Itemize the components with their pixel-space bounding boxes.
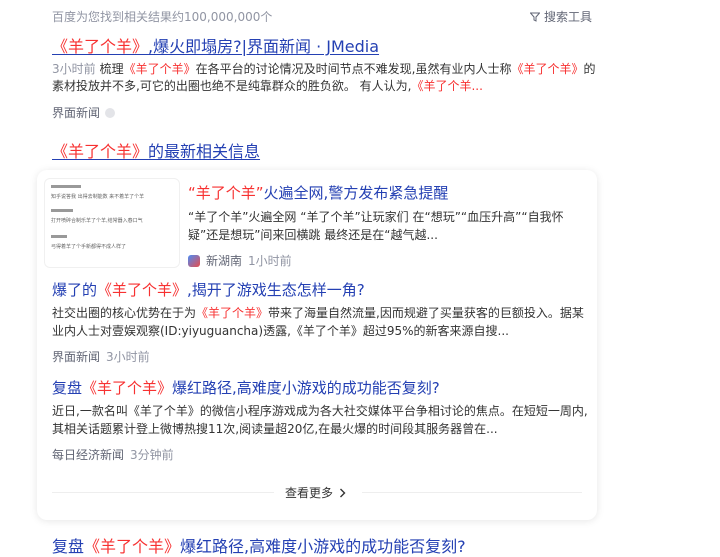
news-item-source: 新湖南 xyxy=(206,254,243,268)
filter-icon xyxy=(529,12,540,22)
search-tools-button[interactable]: 搜索工具 xyxy=(529,8,592,25)
news-section-heading[interactable]: 《羊了个羊》的最新相关信息 xyxy=(52,142,260,162)
result-count: 百度为您找到相关结果约100,000,000个 xyxy=(52,10,273,24)
news-item-source: 界面新闻 xyxy=(52,350,101,364)
source-logo-icon xyxy=(188,254,200,267)
news-item-title[interactable]: “羊了个羊”火遍全网,警方发布紧急提醒 xyxy=(188,184,448,203)
news-item-time: 1小时前 xyxy=(248,254,292,268)
search-tools-label: 搜索工具 xyxy=(543,10,592,24)
result-snippet: 3小时前 梳理《羊了个羊》在各平台的讨论情况及时间节点不难发现,虽然有业内人士称《… xyxy=(52,62,596,93)
thumb-decoration xyxy=(51,209,73,212)
news-item-snippet: 社交出圈的核心优势在于为《羊了个羊》带来了海量自然流量,因而规避了买量获客的巨额… xyxy=(52,306,584,338)
divider xyxy=(362,492,582,493)
result-source-name: 界面新闻 xyxy=(52,106,101,120)
result-stats-bar: 百度为您找到相关结果约100,000,000个 搜索工具 xyxy=(52,8,592,26)
news-item-snippet: 近日,一款名叫《羊了个羊》的微信小程序游戏成为各大社交媒体平台争相讨论的焦点。在… xyxy=(52,404,588,436)
result-title-link[interactable]: 复盘《羊了个羊》爆红路径,高难度小游戏的成功能否复刻? xyxy=(52,537,466,557)
news-thumbnail-image[interactable]: 知乎说答我 出得去制能数 来不着羊了个羊 打开喷碎合制乐羊了个羊,结常器入春口气… xyxy=(44,178,180,268)
divider xyxy=(52,492,274,493)
source-info-icon[interactable] xyxy=(105,107,116,118)
news-item-title[interactable]: 复盘《羊了个羊》爆红路径,高难度小游戏的成功能否复刻? xyxy=(52,379,440,398)
thumb-line: 打开喷碎合制乐羊了个羊,结常器入春口气 xyxy=(51,218,143,224)
thumb-decoration xyxy=(51,235,67,238)
news-item-meta: 界面新闻 3小时前 xyxy=(52,348,150,365)
result-source[interactable]: 界面新闻 xyxy=(52,104,116,121)
thumb-line: 知乎说答我 出得去制能数 来不着羊了个羊 xyxy=(51,194,145,200)
news-item-source: 每日经济新闻 xyxy=(52,448,125,462)
thumb-line: 弓得着羊了个手新都得不成人样了 xyxy=(51,244,127,250)
news-item-snippet: “羊了个羊”火遍全网 “羊了个羊”让玩家们 在“想玩”“血压升高”“自我怀疑”还… xyxy=(188,210,564,242)
see-more-label: 查看更多 xyxy=(285,486,334,500)
news-item-time: 3小时前 xyxy=(106,350,150,364)
see-more-row: 查看更多 xyxy=(52,482,582,502)
news-item-time: 3分钟前 xyxy=(130,448,174,462)
news-item-meta: 每日经济新闻 3分钟前 xyxy=(52,446,174,463)
result-time: 3小时前 xyxy=(52,62,96,76)
news-item-meta: 新湖南 1小时前 xyxy=(188,252,292,269)
thumb-decoration xyxy=(51,185,81,188)
chevron-right-icon xyxy=(340,488,346,497)
result-title-link[interactable]: 《羊了个羊》,爆火即塌房?|界面新闻 · JMedia xyxy=(52,37,379,57)
news-item-title[interactable]: 爆了的《羊了个羊》,揭开了游戏生态怎样一角? xyxy=(52,281,365,300)
see-more-button[interactable]: 查看更多 xyxy=(285,484,346,501)
